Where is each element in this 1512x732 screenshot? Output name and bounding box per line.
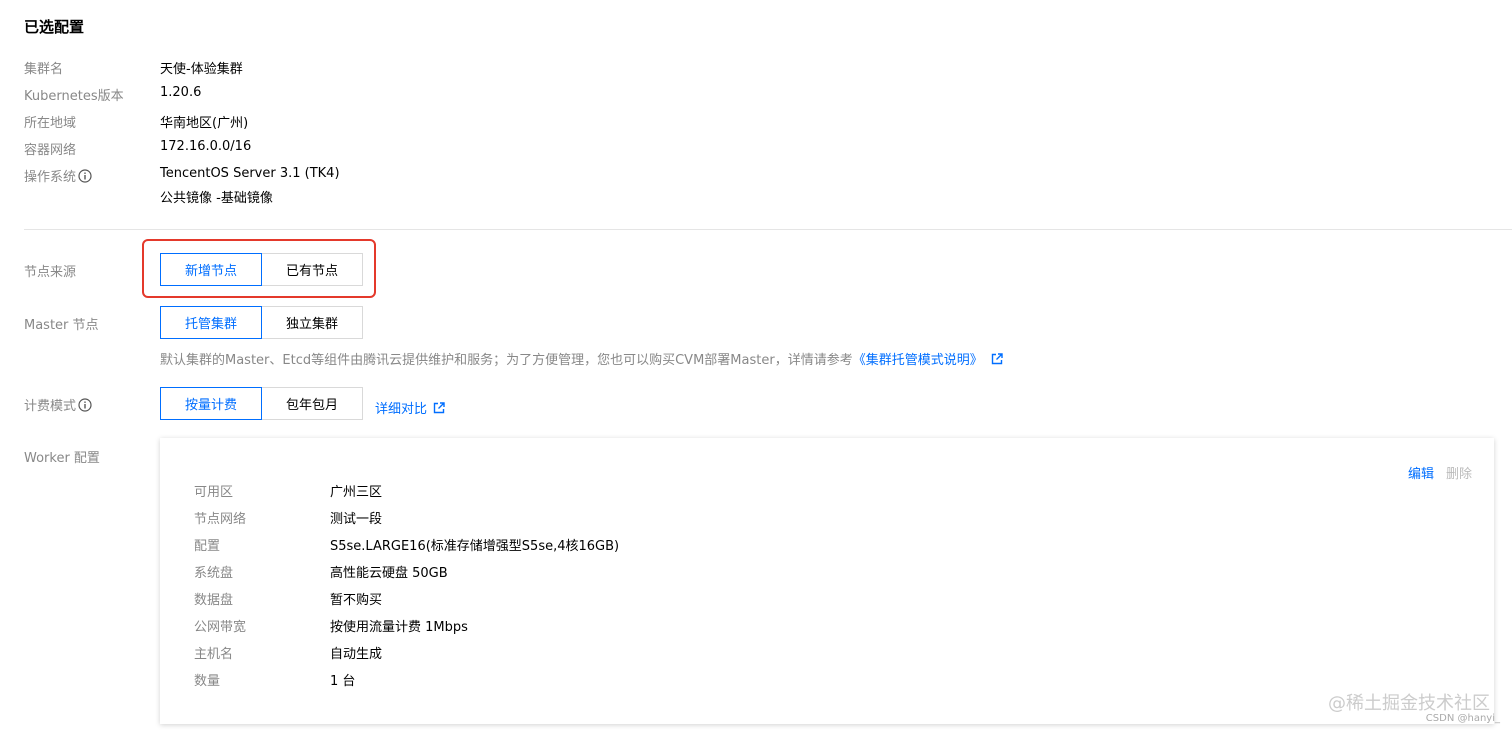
pay-as-you-go-option[interactable]: 按量计费 [160,387,262,420]
worker-item-label: 节点网络 [194,512,247,527]
worker-item-label: 数据盘 [194,593,234,608]
worker-item-value: 按使用流量计费 1Mbps [330,620,468,635]
delete-button: 删除 [1445,467,1472,482]
divider [24,229,1512,230]
summary-value: 天使-体验集群 [160,62,243,77]
master-selector: 托管集群 独立集群 [160,306,363,339]
managed-cluster-option[interactable]: 托管集群 [160,306,262,339]
worker-item-value: 广州三区 [330,485,383,500]
node-source-label: 节点来源 [24,265,77,280]
summary-value: 172.16.0.0/16 [160,139,252,154]
independent-cluster-option[interactable]: 独立集群 [261,306,363,339]
worker-config-card: 编辑 删除 可用区 广州三区 节点网络 测试一段 配置 S5se.LARGE16… [160,438,1494,724]
compare-link-label[interactable]: 详细对比 [375,398,427,417]
worker-item-value: 自动生成 [330,647,383,662]
edit-button[interactable]: 编辑 [1408,463,1434,482]
monthly-subscription-option[interactable]: 包年包月 [261,387,363,420]
worker-item-label: 主机名 [194,647,234,662]
worker-item-label: 可用区 [194,485,234,500]
watermark: @稀土掘金技术社区 [1328,693,1490,714]
worker-item-value: S5se.LARGE16(标准存储增强型S5se,4核16GB) [330,539,620,554]
os-label: 操作系统 [24,166,92,185]
info-icon[interactable] [78,168,92,183]
summary-value: 1.20.6 [160,85,202,100]
billing-label: 计费模式 [24,399,77,414]
worker-item-label: 系统盘 [194,566,234,581]
summary-label: 集群名 [24,62,64,77]
worker-item-label: 数量 [194,674,221,689]
master-description: 默认集群的Master、Etcd等组件由腾讯云提供维护和服务；为了方便管理，您也… [160,349,1003,368]
summary-label: Kubernetes版本 [24,89,124,104]
worker-item-value: 测试一段 [330,512,383,527]
compare-link[interactable]: 详细对比 [375,398,445,417]
worker-item-label: 配置 [194,539,221,554]
card-actions: 编辑 删除 [1408,463,1472,482]
summary-label: 操作系统 [24,170,77,185]
external-link-icon[interactable] [991,352,1003,365]
csdn-watermark: CSDN @hanyi_ [1425,713,1500,724]
worker-item-value: 高性能云硬盘 50GB [330,566,448,581]
worker-item-value: 暂不购买 [330,593,383,608]
section-title: 已选配置 [24,18,85,36]
worker-item-value: 1 台 [330,674,356,689]
summary-value-secondary: 公共镜像 -基础镜像 [160,191,273,206]
info-icon[interactable] [78,397,92,412]
external-link-icon[interactable] [433,401,445,414]
summary-label: 所在地域 [24,116,77,131]
new-node-option[interactable]: 新增节点 [160,253,262,286]
billing-selector: 按量计费 包年包月 [160,387,363,420]
master-label: Master 节点 [24,318,99,333]
hosting-mode-doc-link[interactable]: 《集群托管模式说明》 [853,349,983,368]
summary-value: TencentOS Server 3.1 (TK4) [160,166,340,181]
summary-value: 华南地区(广州) [160,116,249,131]
billing-label-wrap: 计费模式 [24,395,92,414]
worker-label: Worker 配置 [24,451,100,466]
summary-label: 容器网络 [24,143,77,158]
master-description-text: 默认集群的Master、Etcd等组件由腾讯云提供维护和服务；为了方便管理，您也… [160,353,853,368]
worker-item-label: 公网带宽 [194,620,247,635]
